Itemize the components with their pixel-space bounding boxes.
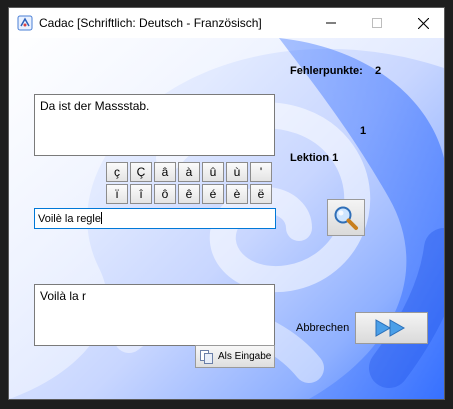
char-button-u-grave[interactable]: ù xyxy=(226,162,248,182)
solution-text: Voilà la r xyxy=(40,289,87,303)
fehlerpunkte-label: Fehlerpunkte: xyxy=(290,65,363,77)
char-button-apostrophe[interactable]: ' xyxy=(250,162,272,182)
app-window: Cadac [Schriftlich: Deutsch - Französisc… xyxy=(8,7,445,400)
title-bar[interactable]: Cadac [Schriftlich: Deutsch - Französisc… xyxy=(9,8,444,38)
lektion-label: Lektion 1 xyxy=(290,152,339,164)
abbrechen-label: Abbrechen xyxy=(296,322,350,334)
app-icon xyxy=(17,15,33,31)
char-button-e-circumflex[interactable]: ê xyxy=(178,184,200,204)
source-text: Da ist der Massstab. xyxy=(40,99,150,113)
char-button-o-circumflex[interactable]: ô xyxy=(154,184,176,204)
magnifier-icon xyxy=(334,206,358,230)
char-button-e-diaeresis[interactable]: ë xyxy=(250,184,272,204)
double-arrow-icon xyxy=(375,319,405,337)
answer-input[interactable]: Voilè la regle xyxy=(34,208,276,229)
char-button-e-grave[interactable]: è xyxy=(226,184,248,204)
als-eingabe-label: Als Eingabe xyxy=(218,351,272,362)
close-icon xyxy=(417,17,429,29)
source-text-box[interactable]: Da ist der Massstab. xyxy=(34,94,275,156)
char-button-C-cedilla[interactable]: Ç xyxy=(130,162,152,182)
minimize-button[interactable] xyxy=(308,8,354,38)
close-button[interactable] xyxy=(400,8,444,38)
counter-value: 1 xyxy=(360,125,367,137)
text-caret xyxy=(101,212,102,224)
search-button[interactable] xyxy=(327,199,365,236)
window-title: Cadac [Schriftlich: Deutsch - Französisc… xyxy=(39,16,262,30)
maximize-icon xyxy=(372,18,382,28)
char-button-c-cedilla[interactable]: ç xyxy=(106,162,128,182)
char-button-e-acute[interactable]: é xyxy=(202,184,224,204)
char-button-a-grave[interactable]: à xyxy=(178,162,200,182)
solution-text-box[interactable]: Voilà la r xyxy=(34,284,275,346)
char-button-i-circumflex[interactable]: î xyxy=(130,184,152,204)
minimize-icon xyxy=(326,22,336,24)
fehlerpunkte-value: 2 xyxy=(375,65,382,77)
char-button-a-circumflex[interactable]: â xyxy=(154,162,176,182)
maximize-button[interactable] xyxy=(354,8,400,38)
next-button[interactable] xyxy=(355,312,428,344)
copy-icon xyxy=(200,349,213,364)
client-area: Da ist der Massstab. ç Ç â à û ù ' ï î ô… xyxy=(9,38,444,399)
char-button-i-diaeresis[interactable]: ï xyxy=(106,184,128,204)
als-eingabe-button[interactable]: Als Eingabe xyxy=(195,345,275,368)
char-button-u-circumflex[interactable]: û xyxy=(202,162,224,182)
answer-input-value: Voilè la regle xyxy=(38,213,101,225)
